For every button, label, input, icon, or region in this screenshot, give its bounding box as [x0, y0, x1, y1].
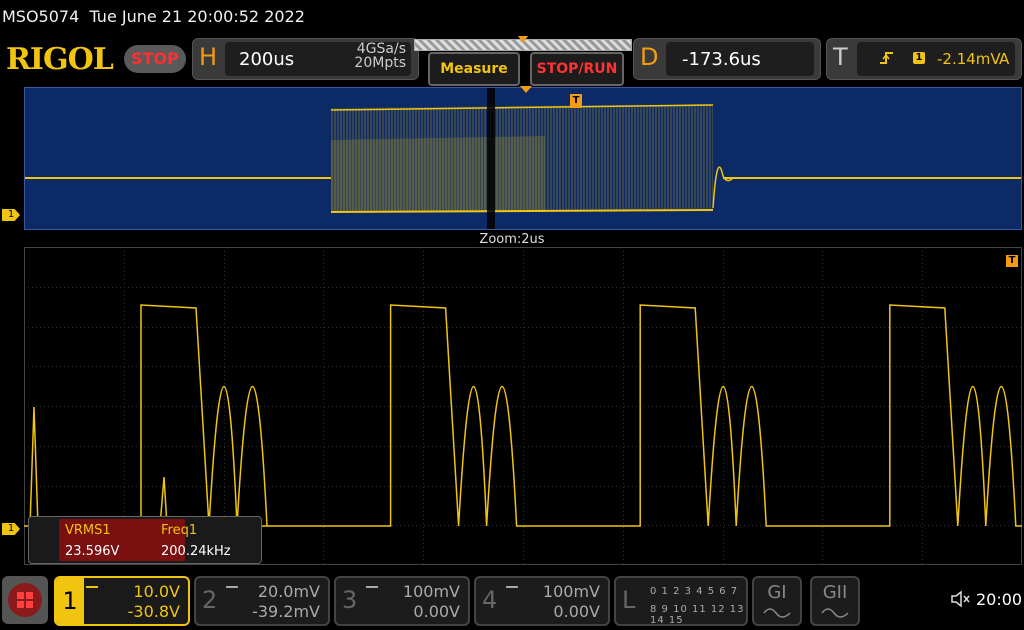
- overview-trigger-marker: T: [570, 94, 582, 108]
- logic-channels-low: 0 1 2 3 4 5 6 7: [650, 586, 739, 597]
- trigger-source-chip: 1: [913, 52, 925, 64]
- measure-button[interactable]: Measure: [428, 52, 520, 86]
- measurement-panel[interactable]: VRMS1 23.596V Freq1 200.24kHz: [28, 516, 262, 564]
- rising-edge-icon: [880, 52, 893, 64]
- measurement-value: 23.596V: [65, 544, 120, 559]
- timebase-value: 200us: [239, 49, 295, 70]
- channel-offset: -30.8V: [127, 602, 180, 621]
- dc-coupling-icon: [86, 586, 98, 594]
- channel-number: 4: [482, 586, 498, 614]
- main-menu-button[interactable]: [2, 576, 48, 624]
- channel-3-button[interactable]: 3 100mV 0.00V: [334, 576, 470, 626]
- horizontal-panel[interactable]: H 200us 4GSa/s 20Mpts: [192, 38, 419, 80]
- trigger-mode: A: [999, 50, 1010, 68]
- channel-number: 2: [202, 586, 218, 614]
- sample-rate: 4GSa/s: [356, 41, 406, 57]
- overview-waveform: [25, 88, 1021, 229]
- clock: 20:00: [976, 590, 1023, 609]
- channel-scale: 100mV: [402, 582, 460, 601]
- logic-tag: L: [622, 586, 636, 614]
- memory-position-marker: [518, 36, 528, 43]
- title-bar: MSO5074 Tue June 21 20:00:52 2022: [0, 0, 1024, 34]
- channel-number: 3: [342, 586, 358, 614]
- rigol-logo: RIGOL: [6, 42, 114, 77]
- dc-coupling-icon: [506, 586, 518, 594]
- channel-4-button[interactable]: 4 100mV 0.00V: [474, 576, 610, 626]
- mute-speaker-icon[interactable]: [950, 590, 970, 608]
- zoom-channel-marker[interactable]: 1: [2, 523, 20, 535]
- measurement-value: 200.24kHz: [161, 544, 231, 559]
- stop-run-button[interactable]: STOP/RUN: [530, 52, 624, 86]
- overview-position-marker: [520, 86, 532, 93]
- bottom-toolbar: 1 10.0V -30.8V 2 20.0mV -39.2mV 3 100mV …: [0, 572, 1024, 630]
- delay-tag: D: [640, 43, 659, 71]
- trigger-tag: T: [833, 43, 848, 71]
- delay-value: -173.6us: [682, 49, 761, 70]
- horizontal-tag: H: [199, 43, 218, 71]
- generator-1-button[interactable]: GI: [752, 576, 802, 626]
- measurement-name: VRMS1: [65, 523, 111, 538]
- dc-coupling-icon: [366, 586, 378, 594]
- overview-channel-marker[interactable]: 1: [2, 209, 20, 221]
- overview-window[interactable]: T: [24, 86, 1022, 230]
- logic-analyzer-button[interactable]: L 0 1 2 3 4 5 6 7 8 9 10 11 12 13 14 15: [614, 576, 748, 626]
- zoom-trigger-marker: T: [1006, 255, 1018, 267]
- channel-offset: 0.00V: [413, 602, 460, 621]
- top-toolbar: RIGOL STOP H 200us 4GSa/s 20Mpts Measure…: [0, 34, 1024, 86]
- memory-depth: 20Mpts: [354, 55, 406, 71]
- model-label: MSO5074: [2, 7, 80, 26]
- channel-number: 1: [56, 578, 84, 624]
- channel-scale: 10.0V: [133, 582, 180, 601]
- zoom-label: Zoom:2us: [479, 232, 545, 247]
- measurement-name: Freq1: [161, 523, 198, 538]
- generator-2-label: GII: [822, 582, 848, 603]
- generator-2-button[interactable]: GII: [810, 576, 860, 626]
- channel-2-button[interactable]: 2 20.0mV -39.2mV: [194, 576, 330, 626]
- run-state-button[interactable]: STOP: [124, 45, 186, 73]
- acquisition-info: 4GSa/s 20Mpts: [354, 42, 406, 70]
- sine-wave-icon: [763, 608, 791, 618]
- generator-1-label: GI: [767, 582, 787, 603]
- logic-channels-high: 8 9 10 11 12 13 14 15: [650, 604, 745, 626]
- trigger-level: -2.14mV: [937, 50, 1001, 68]
- dc-coupling-icon: [226, 586, 238, 594]
- menu-grid-icon: [8, 583, 42, 617]
- channel-scale: 100mV: [542, 582, 600, 601]
- channel-scale: 20.0mV: [257, 582, 320, 601]
- datetime-label: Tue June 21 20:00:52 2022: [89, 7, 305, 26]
- channel-offset: 0.00V: [553, 602, 600, 621]
- delay-panel[interactable]: D -173.6us: [633, 38, 821, 80]
- channel-1-button[interactable]: 1 10.0V -30.8V: [54, 576, 190, 626]
- trigger-panel[interactable]: T 1 -2.14mV A: [826, 38, 1022, 80]
- channel-offset: -39.2mV: [252, 602, 320, 621]
- sine-wave-icon: [821, 608, 849, 618]
